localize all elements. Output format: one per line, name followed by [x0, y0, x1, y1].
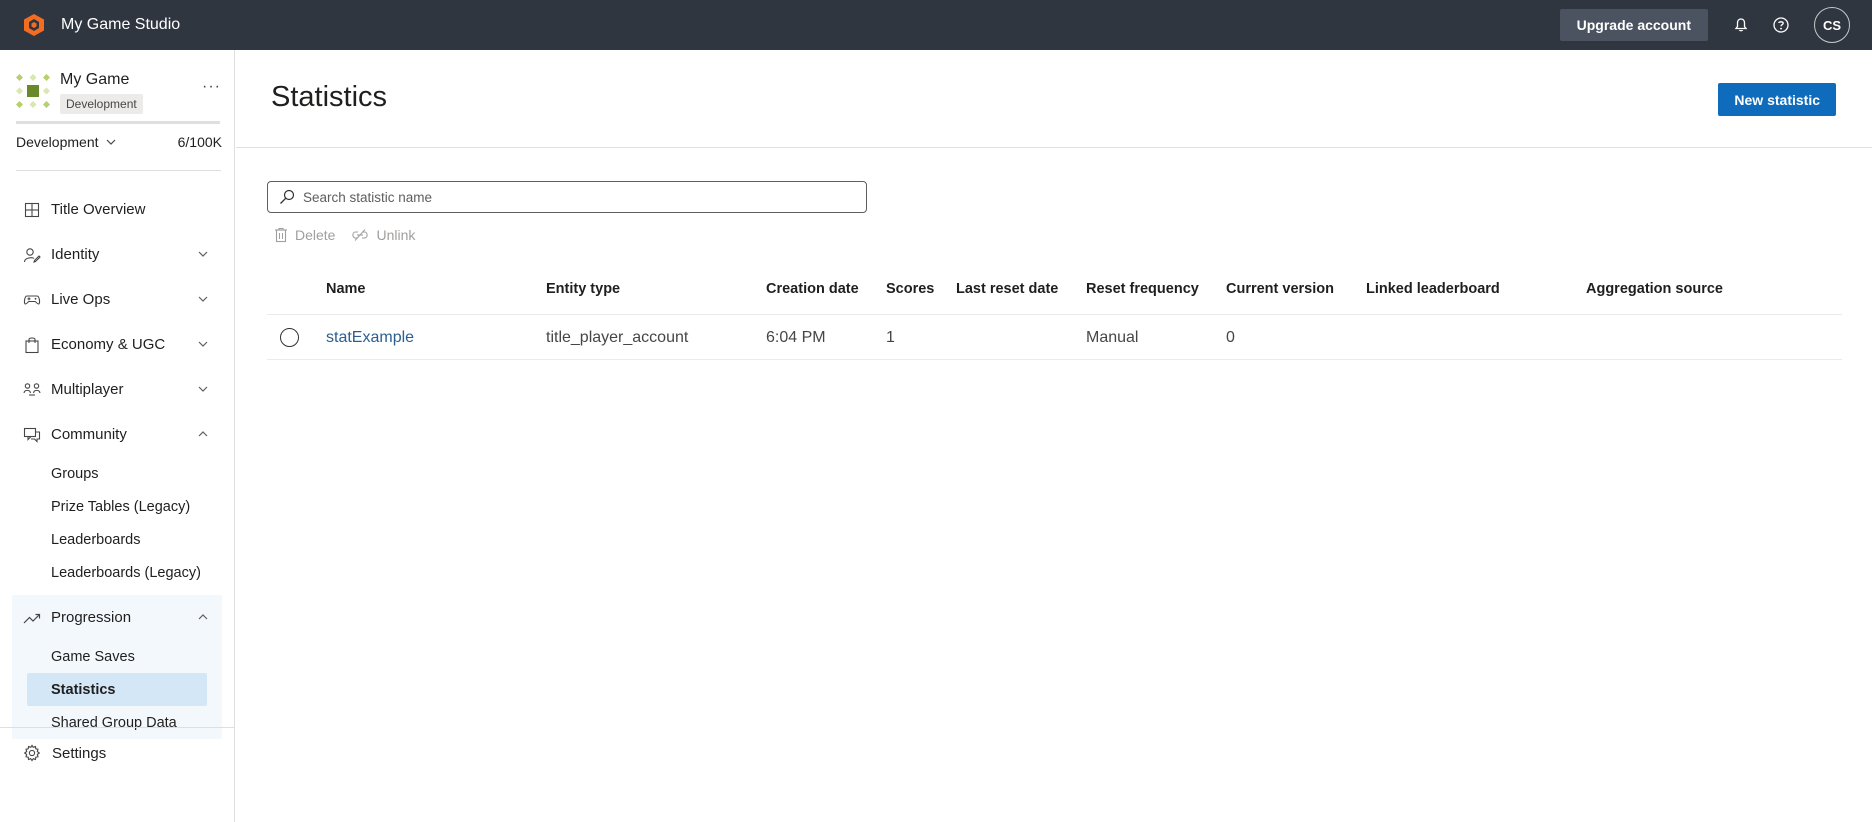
scores-cell: 1: [886, 328, 895, 346]
current-version-cell: 0: [1226, 328, 1235, 346]
multiplayer-icon: [22, 380, 42, 400]
grid-icon: [22, 200, 42, 220]
studio-logo-icon[interactable]: [21, 12, 47, 38]
sidebar-subitem-leaderboards-legacy[interactable]: Leaderboards (Legacy): [12, 556, 222, 589]
sidebar-item-live-ops[interactable]: Live Ops: [12, 277, 222, 322]
column-header-scores[interactable]: Scores: [886, 262, 934, 315]
game-name[interactable]: My Game: [60, 71, 129, 89]
sidebar-item-label: Identity: [51, 246, 100, 263]
entity-type-cell: title_player_account: [546, 328, 689, 346]
chevron-down-icon: [198, 296, 208, 302]
sidebar-item-label: Community: [51, 426, 127, 443]
sidebar-item-label: Progression: [51, 609, 132, 626]
chevron-down-icon: [198, 386, 208, 392]
delete-button[interactable]: Delete: [274, 227, 335, 243]
game-thumbnail-icon: [15, 73, 51, 109]
column-header-name[interactable]: Name: [326, 262, 366, 315]
identity-icon: [22, 245, 42, 265]
sidebar-subitem-game-saves[interactable]: Game Saves: [12, 640, 222, 673]
sidebar-item-progression[interactable]: Progression: [12, 595, 222, 640]
game-header: My Game Development ···: [15, 70, 221, 120]
page-title: Statistics: [271, 81, 388, 113]
sidebar-subitem-groups[interactable]: Groups: [12, 457, 222, 490]
unlink-button[interactable]: Unlink: [351, 227, 415, 243]
sidebar-item-economy-ugc[interactable]: Economy & UGC: [12, 322, 222, 367]
progression-group: Progression Game Saves Statistics Shared…: [12, 595, 222, 739]
trending-up-icon: [22, 608, 42, 628]
statistic-name-link[interactable]: statExample: [326, 315, 414, 360]
sidebar-item-label: Economy & UGC: [51, 336, 166, 353]
search-icon: [279, 189, 295, 205]
environment-select[interactable]: Development: [16, 134, 117, 150]
top-bar: My Game Studio Upgrade account CS: [0, 0, 1872, 50]
search-box[interactable]: [267, 181, 867, 213]
header-divider: [236, 147, 1872, 148]
user-avatar[interactable]: CS: [1814, 7, 1850, 43]
creation-date-cell: 6:04 PM: [766, 328, 826, 346]
chevron-down-icon: [198, 251, 208, 257]
reset-frequency-cell: Manual: [1086, 328, 1139, 346]
column-header-entity-type[interactable]: Entity type: [546, 262, 620, 315]
usage-progress-bar: [16, 121, 220, 124]
help-icon[interactable]: [1770, 14, 1792, 36]
usage-count: 6/100K: [177, 134, 222, 150]
sidebar-item-label: Multiplayer: [51, 381, 124, 398]
unlink-label: Unlink: [376, 227, 416, 243]
bell-icon[interactable]: [1730, 14, 1752, 36]
sidebar-item-settings[interactable]: Settings: [22, 738, 106, 768]
unlink-icon: [352, 229, 369, 241]
chevron-up-icon: [198, 431, 208, 437]
trash-icon: [275, 227, 287, 243]
settings-divider: [0, 727, 235, 728]
column-header-aggregation-source[interactable]: Aggregation source: [1586, 262, 1723, 315]
more-options-button[interactable]: ···: [202, 78, 221, 96]
sidebar: My Game Development ··· Development 6/10…: [0, 50, 235, 822]
gear-icon: [22, 743, 42, 763]
sidebar-subitem-statistics[interactable]: Statistics: [27, 673, 207, 706]
upgrade-account-button[interactable]: Upgrade account: [1559, 9, 1708, 41]
column-header-current-version[interactable]: Current version: [1226, 262, 1334, 315]
sidebar-item-title-overview[interactable]: Title Overview: [12, 187, 222, 232]
search-input[interactable]: [303, 189, 843, 205]
action-bar: Delete Unlink: [274, 225, 431, 245]
settings-label: Settings: [52, 744, 107, 762]
row-select-radio[interactable]: [280, 328, 299, 347]
environment-label: Development: [16, 134, 99, 150]
chevron-down-icon: [198, 341, 208, 347]
column-header-last-reset-date[interactable]: Last reset date: [956, 262, 1058, 315]
column-header-linked-leaderboard[interactable]: Linked leaderboard: [1366, 262, 1500, 315]
table-row[interactable]: statExample title_player_account 6:04 PM…: [267, 315, 1842, 360]
sidebar-divider: [16, 170, 221, 171]
table-header: Name Entity type Creation date Scores La…: [267, 262, 1842, 315]
shopping-bag-icon: [22, 335, 42, 355]
chevron-up-icon: [198, 614, 208, 620]
main-content: Statistics New statistic Delete Unlink N…: [236, 50, 1872, 822]
statistics-table: Name Entity type Creation date Scores La…: [267, 262, 1842, 360]
sidebar-item-multiplayer[interactable]: Multiplayer: [12, 367, 222, 412]
gamepad-icon: [22, 290, 42, 310]
app-title[interactable]: My Game Studio: [61, 16, 180, 34]
sidebar-item-label: Title Overview: [51, 201, 146, 218]
environment-row: Development 6/100K: [16, 132, 222, 152]
sidebar-item-community[interactable]: Community: [12, 412, 222, 457]
sidebar-subitem-prize-tables-legacy[interactable]: Prize Tables (Legacy): [12, 490, 222, 523]
environment-badge: Development: [60, 94, 143, 114]
delete-label: Delete: [295, 227, 336, 243]
column-header-creation-date[interactable]: Creation date: [766, 262, 859, 315]
sidebar-item-label: Live Ops: [51, 291, 111, 308]
sidebar-nav: Title Overview Identity Live Ops Economy…: [12, 187, 222, 739]
sidebar-subitem-shared-group-data[interactable]: Shared Group Data: [12, 706, 222, 739]
sidebar-item-identity[interactable]: Identity: [12, 232, 222, 277]
chevron-down-icon: [106, 139, 115, 145]
column-header-reset-frequency[interactable]: Reset frequency: [1086, 262, 1199, 315]
new-statistic-button[interactable]: New statistic: [1718, 83, 1836, 116]
sidebar-subitem-leaderboards[interactable]: Leaderboards: [12, 523, 222, 556]
chat-icon: [22, 425, 42, 445]
